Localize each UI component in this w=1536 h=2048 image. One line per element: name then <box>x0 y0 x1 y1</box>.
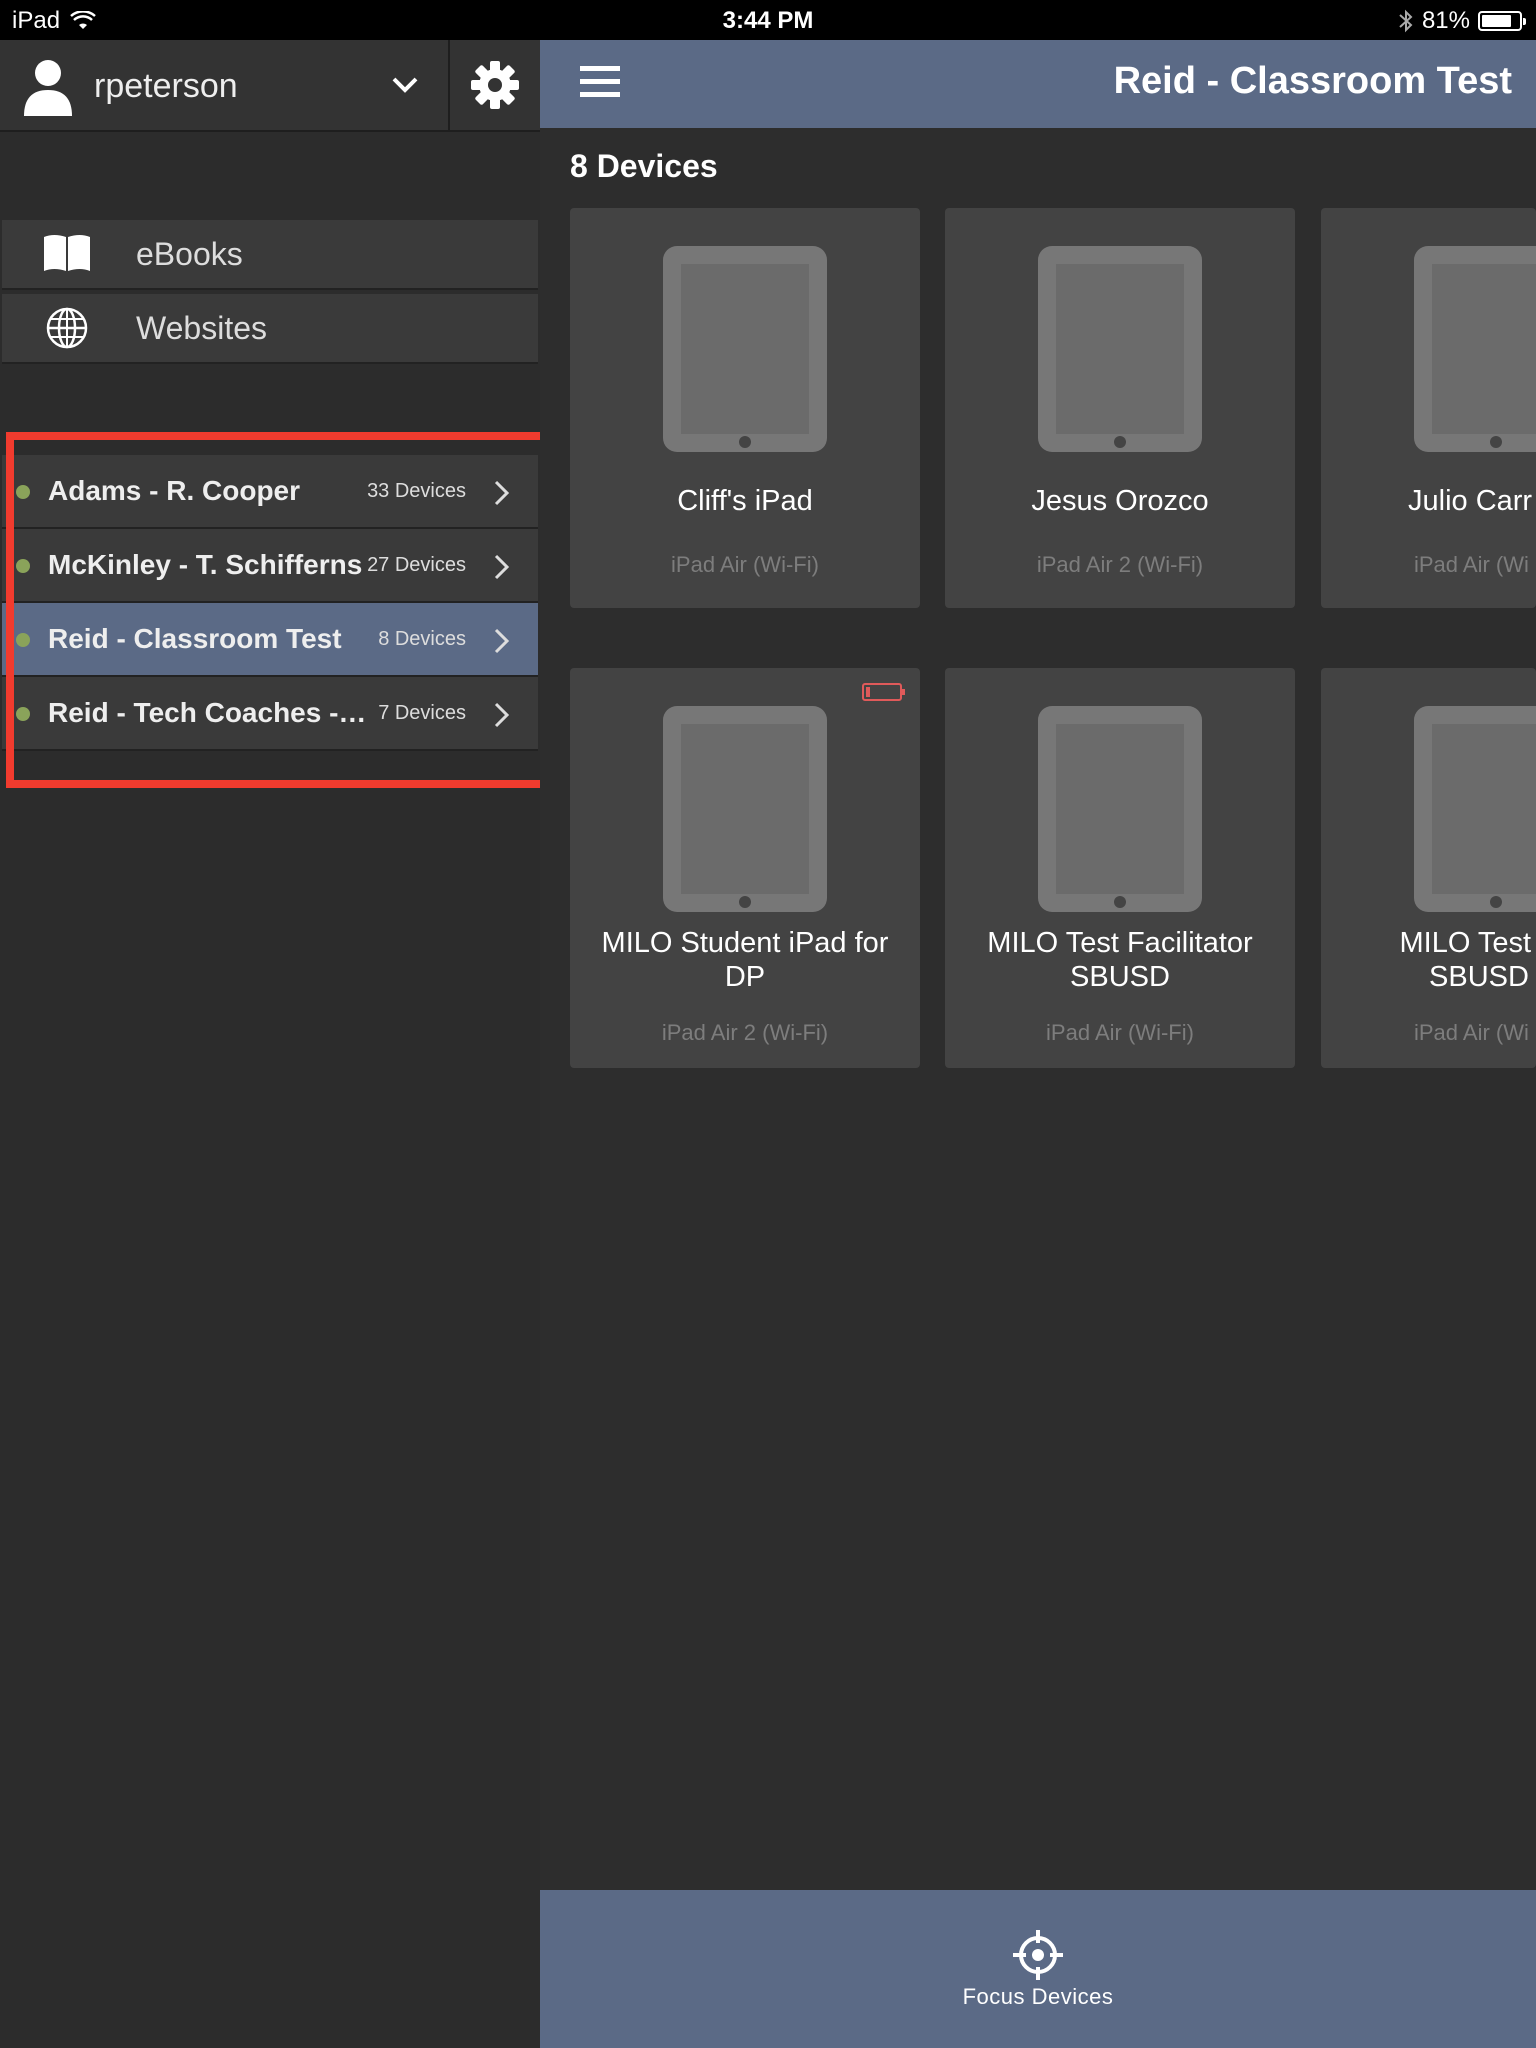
top-bar: Reid - Classroom Test <box>540 40 1536 128</box>
class-name: Reid - Tech Coaches -… <box>48 697 367 728</box>
device-count: 8 Devices <box>378 627 466 650</box>
focus-devices-button[interactable]: Focus Devices <box>540 1930 1536 2010</box>
tablet-icon <box>1038 706 1202 912</box>
main-panel: Reid - Classroom Test 8 Devices Cliff's … <box>540 40 1536 2048</box>
device-model: iPad Air (Wi <box>1414 552 1529 577</box>
sidebar-item-label: eBooks <box>136 235 243 272</box>
battery-icon <box>1478 11 1526 31</box>
device-card[interactable]: MILO Student iPad for DP iPad Air 2 (Wi-… <box>570 668 920 1068</box>
tablet-icon <box>1414 706 1536 912</box>
device-name: Cliff's iPad <box>677 485 813 517</box>
user-bar: rpeterson <box>0 40 540 132</box>
class-item-reid-classroom[interactable]: Reid - Classroom Test 8 Devices <box>2 603 538 677</box>
device-name: MILO Test S SBUSD <box>1399 927 1536 993</box>
crosshair-icon <box>1013 1930 1063 1980</box>
status-dot <box>16 707 30 721</box>
battery-percent: 81% <box>1421 7 1470 34</box>
class-name: Reid - Classroom Test <box>48 623 342 654</box>
status-bar: iPad 3:44 PM 81% <box>0 0 1536 40</box>
status-dot <box>16 485 30 499</box>
device-model: iPad Air (Wi <box>1414 1020 1529 1045</box>
tablet-icon <box>1038 246 1202 452</box>
class-item-mckinley[interactable]: McKinley - T. Schifferns 27 Devices <box>2 529 538 603</box>
bottom-bar: Focus Devices <box>540 1890 1536 2048</box>
sidebar-item-label: Websites <box>136 309 268 346</box>
hamburger-menu-icon[interactable] <box>580 64 620 100</box>
class-name: Adams - R. Cooper <box>48 475 301 506</box>
username: rpeterson <box>94 66 238 105</box>
device-card[interactable]: MILO Test Facilitator SBUSD iPad Air (Wi… <box>945 668 1295 1068</box>
device-card[interactable]: MILO Test S SBUSD iPad Air (Wi <box>1321 668 1536 1068</box>
tablet-icon <box>663 246 827 452</box>
sidebar-item-websites[interactable]: Websites <box>2 294 538 364</box>
page-title: Reid - Classroom Test <box>1113 60 1512 102</box>
class-list: Adams - R. Cooper 33 Devices McKinley - … <box>2 455 538 751</box>
status-dot <box>16 559 30 573</box>
device-name: MILO Student iPad for DP <box>601 927 889 993</box>
user-avatar-icon <box>24 60 72 116</box>
device-count: 33 Devices <box>367 479 466 502</box>
device-card[interactable]: Jesus Orozco iPad Air 2 (Wi-Fi) <box>945 208 1295 608</box>
tablet-icon <box>1414 246 1536 452</box>
device-model: iPad Air 2 (Wi-Fi) <box>661 1020 829 1045</box>
user-menu-button[interactable]: rpeterson <box>0 40 450 132</box>
device-count: 7 Devices <box>378 701 466 724</box>
sidebar: rpeterson eBooks Websites Adams - R. Coo… <box>0 40 540 2048</box>
class-item-adams[interactable]: Adams - R. Cooper 33 Devices <box>2 455 538 529</box>
device-count-heading: 8 Devices <box>570 148 718 184</box>
class-item-reid-tech-coaches[interactable]: Reid - Tech Coaches -… 7 Devices <box>2 677 538 751</box>
gear-icon[interactable] <box>470 60 520 110</box>
clock: 3:44 PM <box>722 7 814 34</box>
status-dot <box>16 633 30 647</box>
low-battery-icon <box>862 683 905 701</box>
device-model: iPad Air (Wi-Fi) <box>1046 1020 1194 1045</box>
device-name: MILO Test Facilitator SBUSD <box>987 927 1253 993</box>
focus-devices-label: Focus Devices <box>962 1984 1114 2009</box>
chevron-right-icon <box>494 702 510 728</box>
globe-icon <box>46 307 88 349</box>
tablet-icon <box>663 706 827 912</box>
device-count: 27 Devices <box>367 553 466 576</box>
device-model: iPad Air 2 (Wi-Fi) <box>1036 552 1204 577</box>
chevron-right-icon <box>494 480 510 506</box>
book-icon <box>44 235 90 271</box>
device-name: Julio Carr <box>1408 485 1533 517</box>
bluetooth-icon <box>1399 9 1413 33</box>
device-name: Jesus Orozco <box>1031 485 1209 517</box>
chevron-down-icon <box>392 77 418 93</box>
chevron-right-icon <box>494 628 510 654</box>
device-model: iPad Air (Wi-Fi) <box>671 552 819 577</box>
class-name: McKinley - T. Schifferns <box>48 549 363 580</box>
sidebar-item-ebooks[interactable]: eBooks <box>2 220 538 290</box>
device-card[interactable]: Cliff's iPad iPad Air (Wi-Fi) <box>570 208 920 608</box>
chevron-right-icon <box>494 554 510 580</box>
device-card[interactable]: Julio Carr iPad Air (Wi <box>1321 208 1536 608</box>
